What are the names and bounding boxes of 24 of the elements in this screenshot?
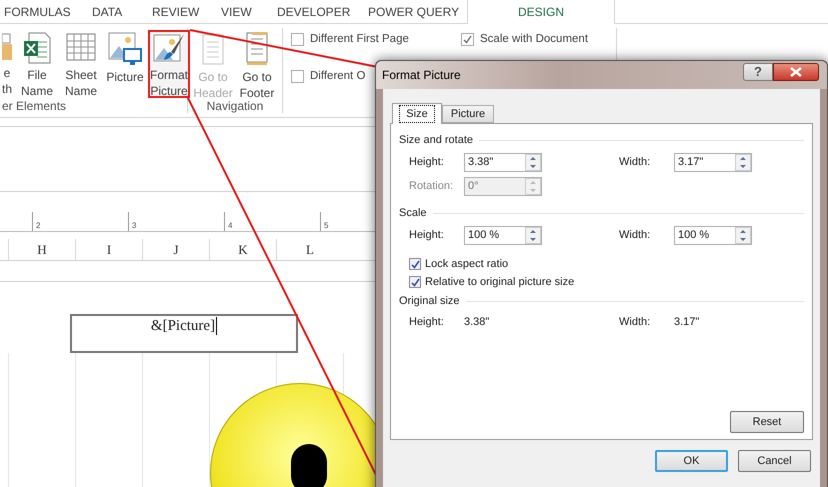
info-label: Width: — [619, 315, 652, 330]
column-header: I — [75, 239, 142, 260]
group-label: Navigation — [206, 98, 264, 114]
ruler-number: 5 — [324, 221, 328, 230]
column-header: K — [209, 239, 276, 260]
section-heading: Size and rotate — [399, 132, 473, 148]
column-header: L — [276, 239, 343, 260]
section-heading: Original size — [399, 294, 460, 309]
group-label: er Elements — [2, 98, 66, 114]
ruler-number: 3 — [132, 221, 136, 230]
field-label: Height: — [409, 228, 445, 244]
info-label: Height: — [409, 315, 445, 330]
ruler-number: 2 — [36, 221, 40, 230]
ruler-number: 4 — [228, 221, 232, 230]
info-value: 3.38" — [464, 315, 490, 330]
column-header: H — [8, 239, 75, 260]
field-label: Rotation: — [409, 179, 454, 194]
field-label: Width: — [619, 228, 652, 244]
field-label: Height: — [409, 155, 445, 170]
section-heading: Scale — [399, 206, 427, 221]
info-value: 3.17" — [674, 315, 700, 330]
field-label: Width: — [619, 155, 652, 170]
column-header: J — [142, 239, 209, 260]
dialog-title: Format Picture — [382, 67, 462, 84]
